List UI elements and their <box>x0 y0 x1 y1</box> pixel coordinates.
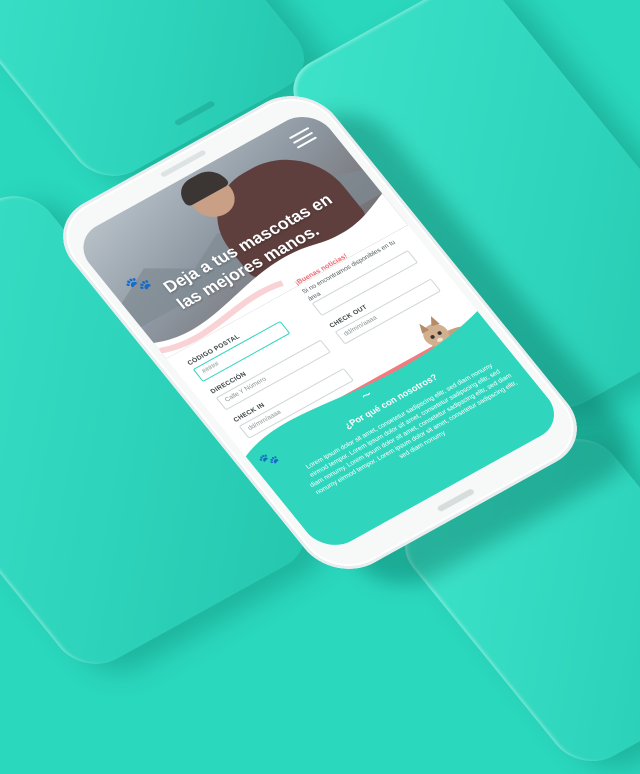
hamburger-menu-icon[interactable] <box>288 126 318 149</box>
phone-port <box>436 488 476 513</box>
